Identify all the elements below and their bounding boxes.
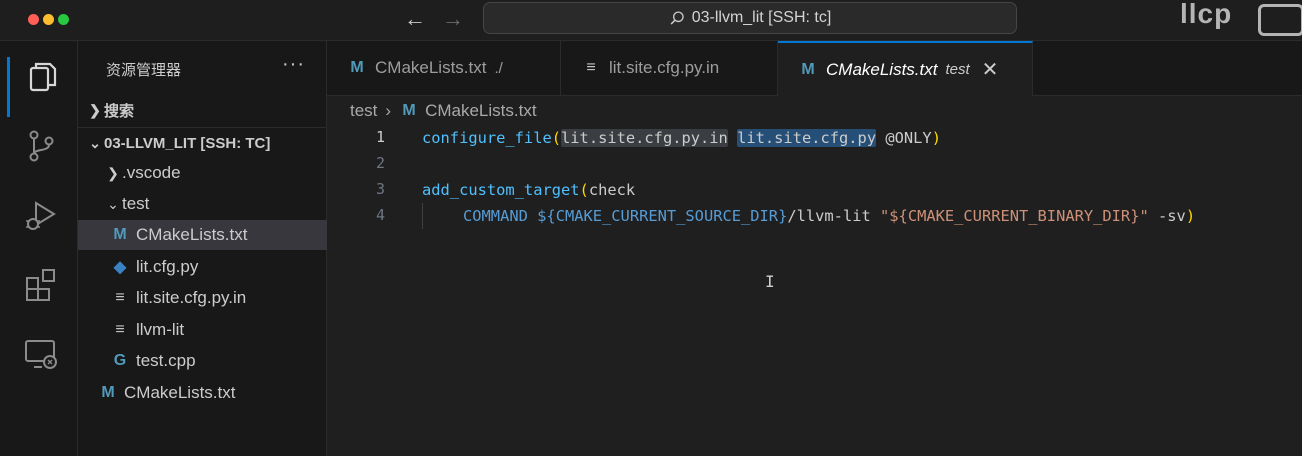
text-file-icon: ≡ <box>115 321 125 338</box>
tree-item-label: CMakeLists.txt <box>136 225 248 244</box>
line-number: 4 <box>375 206 385 224</box>
tree-item-test-cmakelists[interactable]: M CMakeLists.txt <box>78 220 358 250</box>
tree-item-label: test <box>122 194 150 213</box>
line-number: 1 <box>375 128 385 146</box>
window-title: 03-llvm_lit [SSH: tc] <box>691 9 832 26</box>
tab-bar: M CMakeLists.txt ./ ≡ lit.site.cfg.py.in… <box>327 41 1302 96</box>
close-tab-icon[interactable]: ✕ <box>982 57 999 82</box>
text-cursor-icon: I <box>765 272 775 291</box>
tree-item-label: lit.site.cfg.py.in <box>136 288 247 307</box>
cmake-file-icon: M <box>801 60 815 78</box>
source-control-icon[interactable] <box>22 127 60 165</box>
code-function: add_custom_target <box>422 181 580 199</box>
tree-item-label: lit.cfg.py <box>136 257 199 276</box>
breadcrumb: test › M CMakeLists.txt <box>350 100 537 122</box>
code-function: configure_file <box>422 129 552 147</box>
explorer-icon[interactable] <box>22 59 60 97</box>
code-paren: ( <box>579 181 589 199</box>
chevron-right-icon: ❯ <box>107 164 119 181</box>
line-number: 2 <box>375 154 385 172</box>
code-arg: lit.site.cfg.py.in <box>561 129 728 147</box>
code-paren: ( <box>551 129 562 147</box>
breadcrumb-folder[interactable]: test <box>350 101 377 121</box>
cmake-file-icon: M <box>113 226 127 243</box>
tree-item-llvm-lit[interactable]: ≡ llvm-lit <box>78 315 358 345</box>
more-actions-button[interactable]: ··· <box>282 53 305 76</box>
remote-explorer-icon[interactable] <box>22 335 60 373</box>
forward-arrow-icon[interactable]: → <box>442 7 464 31</box>
text-file-icon: ≡ <box>115 289 125 306</box>
tree-item-label: llvm-lit <box>136 320 185 339</box>
code-editor[interactable]: 1 2 3 4 configure_file(lit.site.cfg.py.i… <box>327 124 1302 456</box>
workspace-folder[interactable]: ⌄ 03-LLVM_LIT [SSH: TC] <box>78 127 334 158</box>
tab-label: lit.site.cfg.py.in <box>609 58 720 77</box>
tab-root-cmakelists[interactable]: M CMakeLists.txt ./ <box>327 41 561 95</box>
tab-description: ./ <box>494 59 503 77</box>
tree-item-lit-site-cfg-in[interactable]: ≡ lit.site.cfg.py.in <box>78 283 358 313</box>
chevron-down-icon: ⌄ <box>89 134 101 151</box>
code-arg: check <box>588 181 636 199</box>
cmake-file-icon: M <box>101 384 115 401</box>
close-window-button[interactable] <box>28 14 39 25</box>
python-file-icon: ◆ <box>113 259 127 276</box>
tree-item-root-cmakelists[interactable]: M CMakeLists.txt <box>78 378 346 408</box>
tree-item-lit-cfg[interactable]: ◆ lit.cfg.py <box>78 252 358 282</box>
tree-item-label: .vscode <box>122 163 181 182</box>
search-section[interactable]: ❯ 搜索 <box>78 95 334 125</box>
code-line-1[interactable]: configure_file(lit.site.cfg.py.in lit.si… <box>422 125 941 151</box>
active-indicator <box>7 57 10 117</box>
code-paren: ) <box>931 129 941 147</box>
cpp-file-icon: G <box>113 352 127 369</box>
tree-item-test-folder[interactable]: ⌄ test <box>78 189 352 219</box>
code-selection: lit.site.cfg.py <box>737 129 877 147</box>
chevron-right-icon: › <box>385 101 392 120</box>
tab-label: CMakeLists.txt <box>826 59 938 79</box>
tab-test-cmakelists[interactable]: M CMakeLists.txt test ✕ <box>778 41 1033 96</box>
title-bar: ← → 03-llvm_lit [SSH: tc] llcp <box>0 0 1302 41</box>
chevron-right-icon: ❯ <box>89 101 101 118</box>
code-string: "${CMAKE_CURRENT_BINARY_DIR}" <box>880 207 1149 225</box>
explorer-sidebar: 资源管理器 ··· ❯ 搜索 ⌄ 03-LLVM_LIT [SSH: TC] ❯… <box>78 41 358 456</box>
code-keyword: COMMAND <box>463 207 528 225</box>
indent-guide <box>422 203 423 229</box>
activity-bar <box>0 41 78 456</box>
code-arg: @ONLY <box>876 129 932 147</box>
cmake-file-icon: M <box>402 102 416 119</box>
cmake-file-icon: M <box>350 59 364 76</box>
watermark-logo: llcp <box>1180 0 1233 29</box>
run-debug-icon[interactable] <box>22 197 60 235</box>
tab-description: test <box>945 61 970 78</box>
tree-item-label: test.cpp <box>136 351 196 370</box>
tree-item-label: CMakeLists.txt <box>124 383 236 402</box>
search-icon <box>670 10 684 25</box>
extensions-icon[interactable] <box>22 266 60 304</box>
search-section-label: 搜索 <box>104 102 135 120</box>
tree-item-vscode[interactable]: ❯ .vscode <box>78 158 352 188</box>
command-center[interactable]: 03-llvm_lit [SSH: tc] <box>483 2 1017 34</box>
line-number: 3 <box>375 180 385 198</box>
code-variable: ${CMAKE_CURRENT_SOURCE_DIR} <box>537 207 788 225</box>
chevron-down-icon: ⌄ <box>107 195 119 212</box>
watermark-play-icon <box>1258 4 1302 36</box>
workspace-folder-label: 03-LLVM_LIT [SSH: TC] <box>104 134 271 152</box>
breadcrumb-file[interactable]: CMakeLists.txt <box>425 101 536 121</box>
minimize-window-button[interactable] <box>43 14 54 25</box>
code-path: /llvm-lit <box>787 207 881 225</box>
code-paren: ) <box>1185 207 1196 225</box>
tab-lit-site-cfg-in[interactable]: ≡ lit.site.cfg.py.in <box>561 41 778 95</box>
maximize-window-button[interactable] <box>58 14 69 25</box>
code-flag: -sv <box>1148 207 1186 225</box>
tab-label: CMakeLists.txt <box>375 58 487 77</box>
tree-item-test-cpp[interactable]: G test.cpp <box>78 346 358 376</box>
sidebar-title: 资源管理器 <box>106 62 182 79</box>
code-line-3[interactable]: add_custom_target(check <box>422 177 635 203</box>
code-line-4[interactable]: COMMAND ${CMAKE_CURRENT_SOURCE_DIR}/llvm… <box>463 203 1195 229</box>
text-file-icon: ≡ <box>586 59 596 76</box>
back-arrow-icon[interactable]: ← <box>404 7 426 31</box>
